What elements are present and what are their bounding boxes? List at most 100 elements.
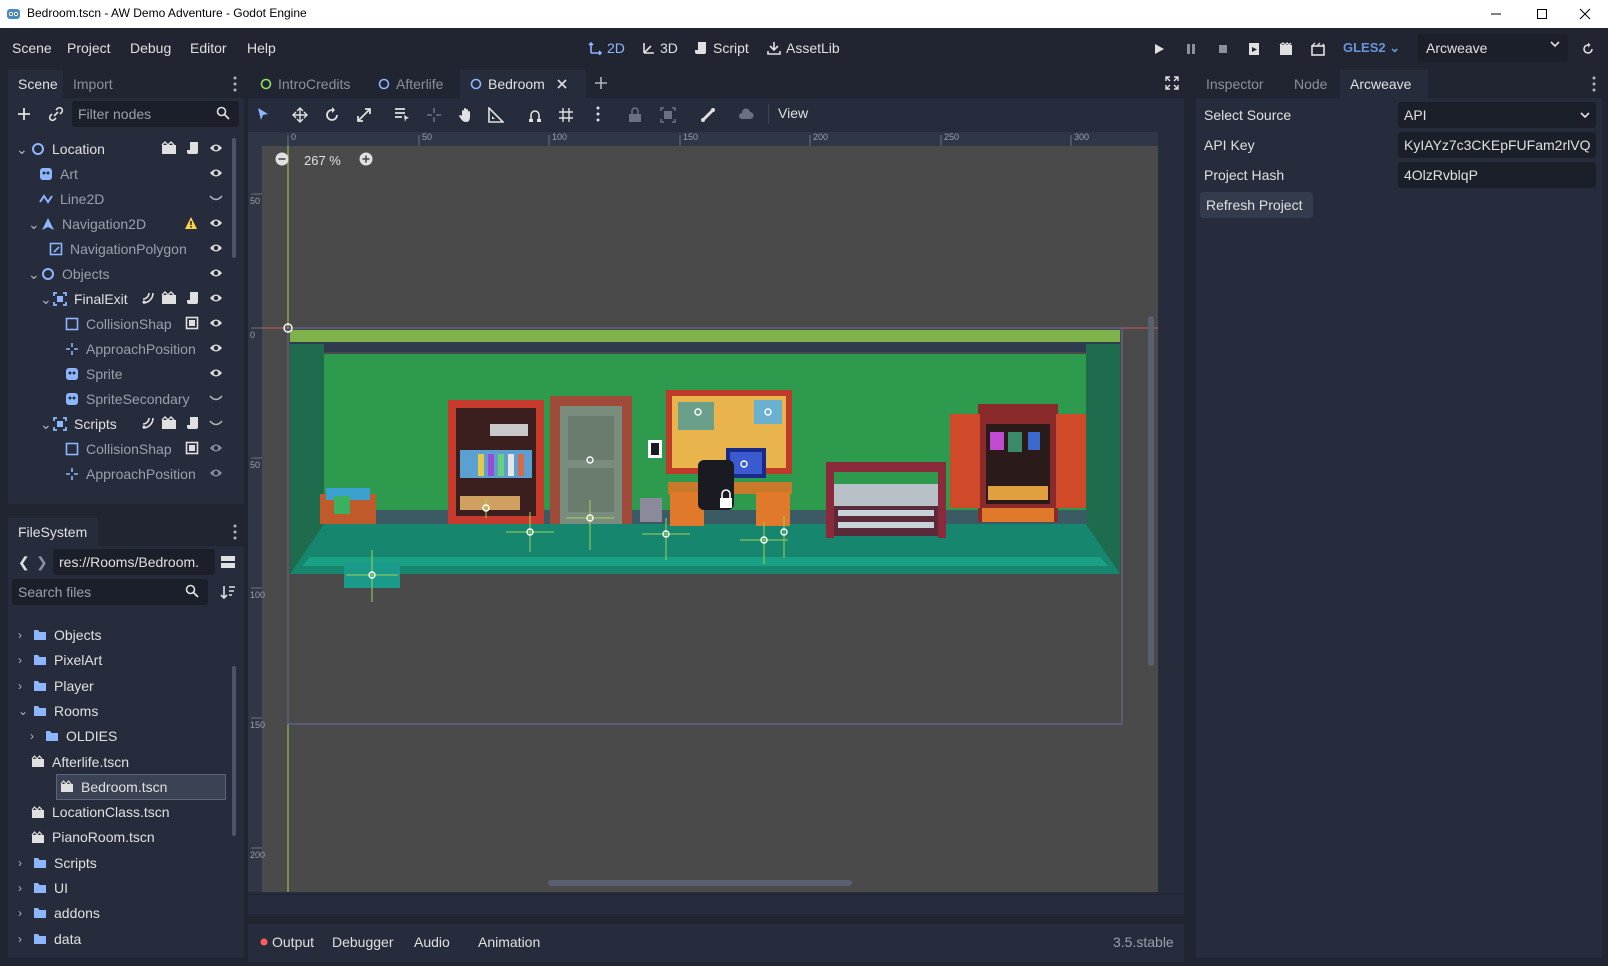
visibility-eye-icon[interactable] [209,317,223,329]
scene-tab-afterlife[interactable]: Afterlife [368,70,460,98]
filter-nodes-input[interactable]: Filter nodes [72,101,239,127]
tree-node-navigationpolygon[interactable]: NavigationPolygon [48,236,230,262]
visibility-eye-icon[interactable] [209,267,223,279]
folder-item[interactable]: ⌄ Rooms [18,698,218,724]
plugin-select[interactable]: Arcweave [1418,34,1568,62]
file-item[interactable]: LocationClass.tscn [30,799,218,825]
file-item[interactable]: Afterlife.tscn [30,749,218,775]
api-key-input[interactable]: KyIAYz7c3CKEpFUFam2rlVQ [1398,132,1596,158]
tab-filesystem[interactable]: FileSystem [8,518,98,546]
tree-node-scripts[interactable]: ⌄ Scripts [40,411,230,437]
visibility-eye-icon[interactable] [209,242,223,254]
renderer-label[interactable]: GLES2 ⌄ [1343,40,1400,56]
visibility-eye-icon[interactable] [209,217,223,229]
view-menu-button[interactable]: View [778,105,808,121]
tree-node-objects[interactable]: ⌄ Objects [28,261,230,287]
zoom-out-icon[interactable] [275,152,289,166]
tree-node-finalexit[interactable]: ⌄ FinalExit [40,286,230,312]
tab-debugger[interactable]: Debugger [332,934,394,950]
instance-icon[interactable] [161,141,177,155]
tree-node-line2d[interactable]: Line2D [30,186,230,212]
menu-help[interactable]: Help [247,40,276,56]
play-custom-scene-icon[interactable] [1275,38,1297,60]
chevron-right-icon[interactable]: › [18,679,32,693]
tree-node-collisionshape[interactable]: CollisionShap [64,311,230,337]
chevron-right-icon[interactable]: › [18,653,32,667]
new-tab-icon[interactable] [594,76,608,90]
smart-snap-icon[interactable] [528,107,544,123]
tab-node[interactable]: Node [1284,70,1340,98]
folder-item[interactable]: › OLDIES [30,723,218,749]
chevron-right-icon[interactable]: › [18,881,32,895]
select-tool-icon[interactable] [256,107,270,121]
select-source-dropdown[interactable]: API [1398,102,1596,128]
search-files-input[interactable]: Search files [12,579,208,605]
scale-tool-icon[interactable] [356,107,372,123]
hidden-eye-icon[interactable] [209,417,223,429]
tree-node-approachposition-2[interactable]: ApproachPosition [64,461,230,487]
menu-editor[interactable]: Editor [190,40,227,56]
visibility-eye-icon[interactable] [209,367,223,379]
group-icon[interactable] [660,107,676,123]
dock-menu-icon[interactable] [1592,76,1596,92]
visibility-eye-icon[interactable] [209,142,223,154]
chevron-right-icon[interactable]: › [18,932,32,946]
dock-menu-icon[interactable] [233,524,237,540]
signal-icon[interactable] [141,416,155,430]
script-icon[interactable] [186,141,200,155]
back-arrow-icon[interactable]: ❮ [18,554,30,571]
skeleton-bone-icon[interactable] [700,107,716,123]
link-icon[interactable] [48,106,64,122]
minimize-button[interactable] [1473,0,1519,28]
list-select-icon[interactable] [394,107,410,123]
project-hash-input[interactable]: 4OlzRvblqP [1398,162,1596,188]
visibility-eye-icon[interactable] [209,342,223,354]
sort-icon[interactable] [220,584,236,600]
update-spinner-icon[interactable] [1577,38,1599,60]
maximize-button[interactable] [1519,0,1565,28]
menu-project[interactable]: Project [67,40,111,56]
tree-node-sprite[interactable]: Sprite [64,361,230,387]
move-tool-icon[interactable] [292,107,308,123]
close-window-button[interactable] [1562,0,1608,28]
tree-node-spritesecondary[interactable]: SpriteSecondary [64,386,230,412]
play-scene-icon[interactable] [1243,38,1265,60]
configuration-warning-icon[interactable] [185,316,199,330]
tree-node-collisionshape-2[interactable]: CollisionShap [64,436,230,462]
instance-icon[interactable] [161,291,177,305]
play-icon[interactable] [1148,38,1170,60]
visibility-eye-icon[interactable] [209,167,223,179]
folder-item[interactable]: › Scripts [18,850,218,876]
file-item[interactable]: Bedroom.tscn [56,773,226,800]
chevron-right-icon[interactable]: › [18,856,32,870]
pan-tool-icon[interactable] [458,107,474,123]
folder-item[interactable]: › data [18,926,218,952]
folder-item[interactable]: › PixelArt [18,647,218,673]
folder-item[interactable]: › Player [18,673,218,699]
chevron-right-icon[interactable]: › [18,628,32,642]
workspace-2d-button[interactable]: 2D [587,40,625,56]
visibility-eye-icon[interactable] [209,442,223,454]
forward-arrow-icon[interactable]: ❯ [36,554,48,571]
zoom-level[interactable]: 267 % [304,153,341,168]
grid-snap-icon[interactable] [558,107,574,123]
add-node-icon[interactable] [16,106,32,122]
chevron-down-icon[interactable]: ⌄ [18,704,32,718]
distraction-free-icon[interactable] [1165,76,1179,90]
tab-inspector[interactable]: Inspector [1196,70,1284,98]
cloud-icon[interactable] [738,107,754,121]
canvas-viewport[interactable]: 0 50 100 150 200 250 300 50 0 50 100 150… [248,132,1158,892]
workspace-script-button[interactable]: Script [693,40,749,56]
workspace-3d-button[interactable]: 3D [640,40,678,56]
rotate-tool-icon[interactable] [324,107,340,123]
tab-scene[interactable]: Scene [8,70,63,98]
configuration-warning-icon[interactable] [185,441,199,455]
workspace-assetlib-button[interactable]: AssetLib [766,40,840,56]
visibility-eye-icon[interactable] [209,467,223,479]
visibility-eye-icon[interactable] [209,292,223,304]
warning-icon[interactable] [184,216,198,230]
zoom-in-icon[interactable] [359,152,373,166]
tree-node-navigation2d[interactable]: ⌄ Navigation2D [28,211,230,237]
close-icon[interactable] [557,79,567,89]
script-icon[interactable] [186,416,200,430]
